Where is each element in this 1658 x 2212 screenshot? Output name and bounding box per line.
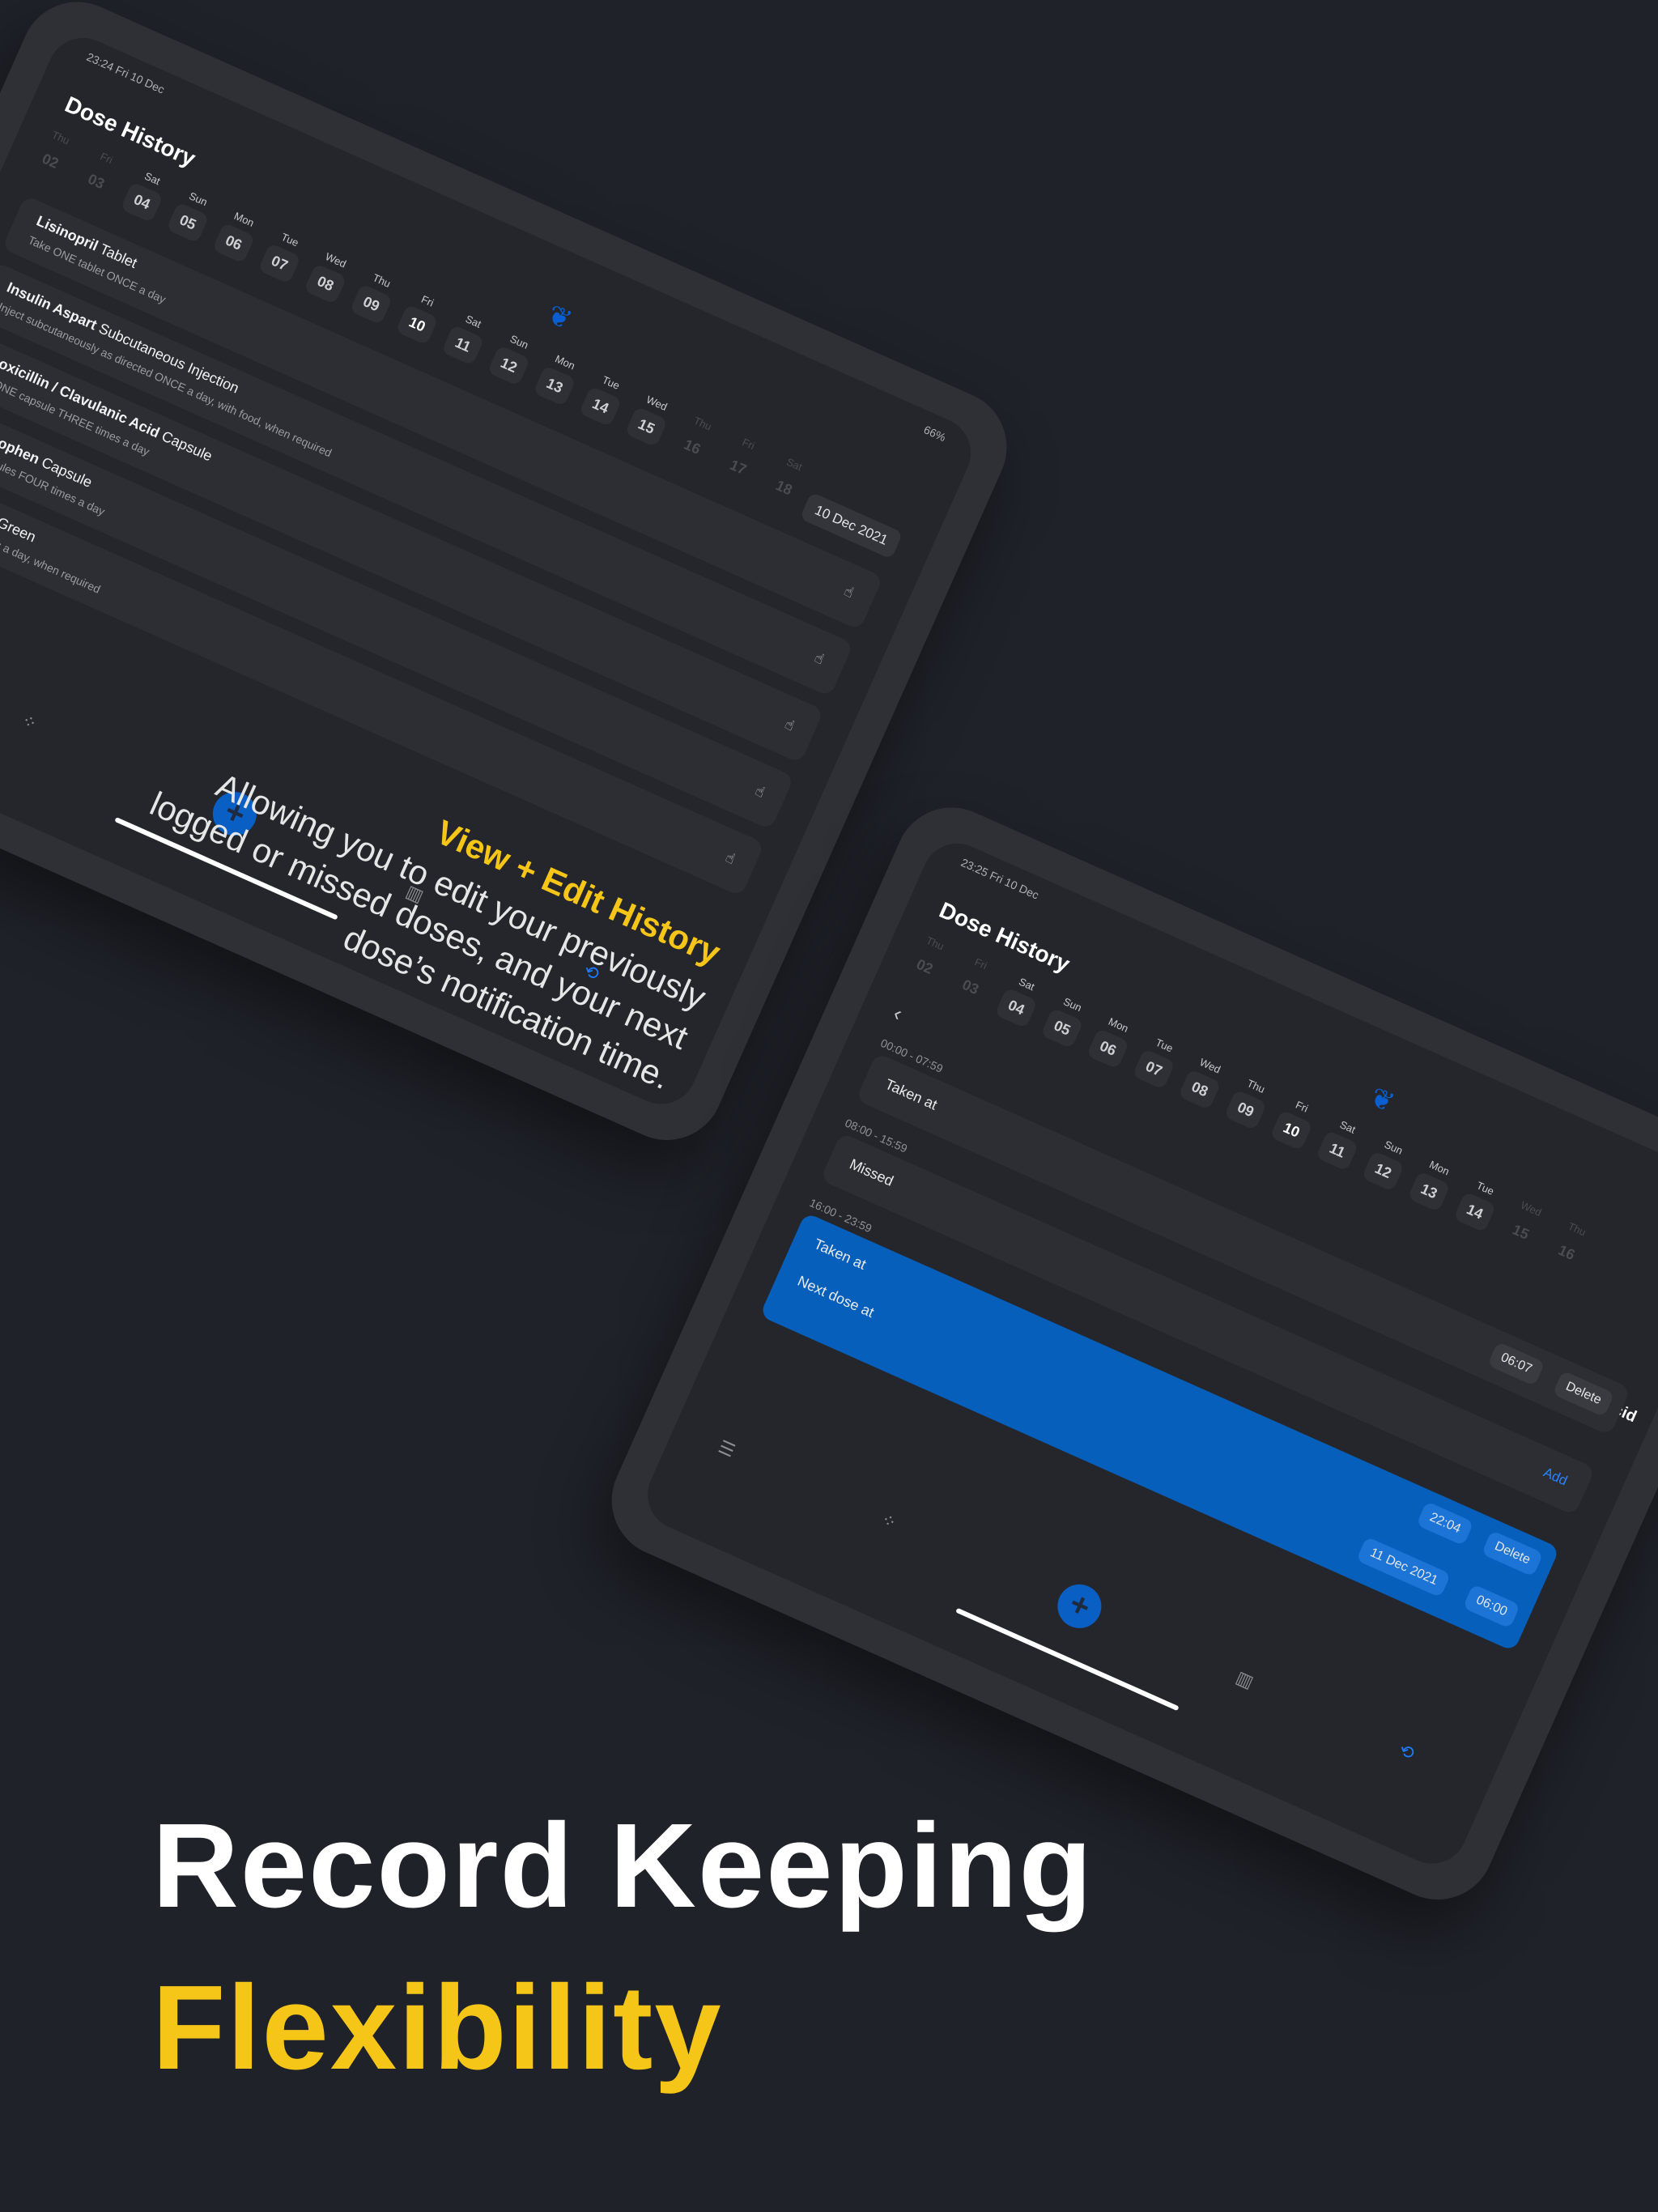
drug-form: Inhaler Green [0,494,39,546]
date-chip[interactable]: Thu 09 [1223,1074,1274,1131]
tab-doses[interactable]: ⁘ [18,710,40,735]
day-number: 04 [120,181,164,223]
day-number: 08 [1178,1069,1222,1111]
date-chip[interactable]: Fri 10 [1269,1094,1320,1151]
day-number: 13 [1407,1171,1451,1213]
back-icon[interactable]: ‹ [890,1001,906,1027]
day-number: 05 [1040,1007,1084,1049]
slot-status: Taken at [811,1236,869,1273]
date-chip[interactable]: Tue 07 [257,228,308,284]
date-chip[interactable]: Sat 18 [763,452,813,508]
day-number: 02 [39,150,62,172]
day-number: 13 [533,365,576,407]
date-chip[interactable]: Mon 13 [1407,1155,1457,1213]
drug-form: Capsule [159,428,215,465]
status-time: 23:25 Fri 10 Dec [959,855,1041,902]
add-link[interactable]: Add [1541,1465,1570,1490]
day-number: 03 [959,976,982,998]
date-chip[interactable]: Thu 09 [349,268,400,325]
day-number: 03 [85,170,108,193]
date-chip[interactable]: Sat 04 [994,972,1045,1029]
date-chip[interactable]: Sun 05 [1040,992,1090,1049]
tablet-screen-2: 23:25 Fri 10 Dec Dose History ❦ Thu 02 Fri… [636,832,1658,1875]
date-chip[interactable]: Sat 11 [441,309,491,366]
day-number: 09 [1223,1089,1268,1131]
status-time: 23:24 Fri 10 Dec [84,49,167,96]
slot-status: Missed [847,1155,896,1189]
next-dose-label: Next dose at [795,1272,877,1321]
day-number: 10 [1269,1109,1313,1151]
date-chip[interactable]: Sun 12 [487,330,538,386]
tap-to-log-icon[interactable]: ☝ [841,583,856,602]
date-chip[interactable]: Thu 16 [670,411,721,468]
date-chip[interactable]: Thu 02 [903,931,953,988]
tab-medications[interactable]: ☰ [715,1436,738,1462]
taken-time-button[interactable]: 06:07 [1487,1341,1545,1387]
date-chip[interactable]: Tue 14 [578,370,629,428]
delete-button[interactable]: Delete [1552,1370,1615,1418]
delete-button[interactable]: Delete [1481,1529,1544,1577]
battery-indicator: 66% [921,423,948,445]
date-chip[interactable]: Sat 11 [1316,1115,1366,1172]
day-number: 15 [1510,1221,1532,1243]
date-chip[interactable]: Sat 04 [120,166,171,223]
headline-primary: Record Keeping [152,1799,1094,1933]
date-chip[interactable]: Fri 03 [74,146,125,202]
date-chip[interactable]: Fri 17 [716,432,767,488]
date-chip[interactable]: Mon 13 [533,350,583,407]
date-chip[interactable]: Fri 10 [395,288,445,346]
headline-secondary: Flexibility [152,1961,723,2095]
day-number: 02 [913,955,936,978]
date-chip[interactable]: Sun 12 [1361,1135,1412,1192]
date-chip[interactable]: Wed 15 [624,390,675,448]
next-date-button[interactable]: 11 Dec 2021 [1356,1536,1452,1598]
day-number: 11 [441,324,485,366]
slot-status: Taken at [882,1075,940,1113]
taken-time-button[interactable]: 22:04 [1416,1501,1474,1546]
tap-to-log-icon[interactable]: ☝ [752,782,767,802]
app-logo-icon: ❦ [1365,1081,1399,1120]
day-number: 04 [994,987,1038,1029]
day-number: 05 [166,202,210,244]
date-chip[interactable]: Wed 08 [304,248,354,305]
day-number: 12 [1361,1151,1405,1192]
next-time-button[interactable]: 06:00 [1462,1584,1521,1629]
tap-to-log-icon[interactable]: ☝ [811,649,827,669]
day-number: 16 [1555,1241,1578,1264]
app-logo-icon: ❦ [542,299,576,337]
date-chip[interactable]: Tue 14 [1452,1176,1503,1233]
date-chip[interactable]: Mon 06 [1086,1013,1137,1070]
tab-doses[interactable]: ⁘ [878,1508,900,1534]
day-number: 08 [304,263,347,305]
tab-stats[interactable]: ▥ [1233,1667,1256,1693]
date-chip[interactable]: Sun 05 [166,186,216,244]
day-number: 09 [349,283,393,325]
tab-history[interactable]: ⟲ [1396,1739,1418,1764]
day-number: 16 [681,436,704,458]
day-number: 07 [257,242,301,284]
date-chip[interactable]: Fri 03 [949,951,999,1008]
date-chip[interactable]: Tue 07 [1132,1033,1182,1090]
day-number: 17 [727,456,750,479]
day-number: 18 [773,477,795,499]
date-chip[interactable]: Thu 16 [1545,1217,1595,1274]
date-chip[interactable]: Wed 15 [1499,1196,1550,1253]
day-number: 14 [1452,1191,1497,1233]
add-button[interactable]: + [1050,1577,1109,1636]
day-number: 06 [1086,1027,1130,1070]
date-chip[interactable]: Wed 08 [1178,1053,1228,1111]
day-number: 14 [578,385,623,428]
day-number: 06 [211,222,256,264]
date-chip[interactable]: Mon 06 [211,207,262,264]
day-number: 15 [624,406,669,448]
day-number: 11 [1316,1129,1359,1172]
day-number: 10 [395,304,439,346]
date-chip[interactable]: Thu 02 [28,125,79,182]
tap-to-log-icon[interactable]: ☝ [782,716,797,735]
day-number: 07 [1132,1048,1175,1090]
day-number: 12 [487,345,531,386]
tap-to-log-icon[interactable]: ☝ [723,849,738,869]
